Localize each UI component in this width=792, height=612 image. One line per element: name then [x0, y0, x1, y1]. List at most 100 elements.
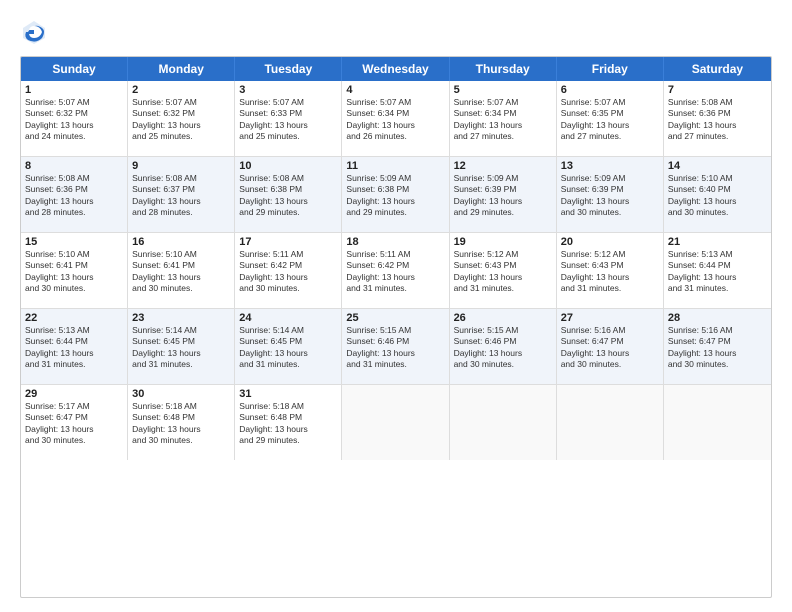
day-info: Sunrise: 5:16 AM Sunset: 6:47 PM Dayligh…	[668, 325, 767, 371]
day-cell: 27Sunrise: 5:16 AM Sunset: 6:47 PM Dayli…	[557, 309, 664, 384]
day-info: Sunrise: 5:18 AM Sunset: 6:48 PM Dayligh…	[239, 401, 337, 447]
day-info: Sunrise: 5:18 AM Sunset: 6:48 PM Dayligh…	[132, 401, 230, 447]
day-info: Sunrise: 5:07 AM Sunset: 6:35 PM Dayligh…	[561, 97, 659, 143]
day-number: 6	[561, 84, 659, 96]
week-row-2: 8Sunrise: 5:08 AM Sunset: 6:36 PM Daylig…	[21, 157, 771, 233]
header-cell-tuesday: Tuesday	[235, 57, 342, 81]
day-number: 30	[132, 388, 230, 400]
day-cell: 8Sunrise: 5:08 AM Sunset: 6:36 PM Daylig…	[21, 157, 128, 232]
day-cell: 24Sunrise: 5:14 AM Sunset: 6:45 PM Dayli…	[235, 309, 342, 384]
calendar: SundayMondayTuesdayWednesdayThursdayFrid…	[20, 56, 772, 598]
day-cell: 25Sunrise: 5:15 AM Sunset: 6:46 PM Dayli…	[342, 309, 449, 384]
day-number: 22	[25, 312, 123, 324]
logo-icon	[20, 18, 48, 46]
day-number: 18	[346, 236, 444, 248]
day-cell: 28Sunrise: 5:16 AM Sunset: 6:47 PM Dayli…	[664, 309, 771, 384]
day-info: Sunrise: 5:13 AM Sunset: 6:44 PM Dayligh…	[25, 325, 123, 371]
day-number: 14	[668, 160, 767, 172]
logo	[20, 18, 52, 46]
day-cell: 18Sunrise: 5:11 AM Sunset: 6:42 PM Dayli…	[342, 233, 449, 308]
day-number: 2	[132, 84, 230, 96]
day-info: Sunrise: 5:12 AM Sunset: 6:43 PM Dayligh…	[561, 249, 659, 295]
day-cell: 22Sunrise: 5:13 AM Sunset: 6:44 PM Dayli…	[21, 309, 128, 384]
day-cell: 3Sunrise: 5:07 AM Sunset: 6:33 PM Daylig…	[235, 81, 342, 156]
day-number: 23	[132, 312, 230, 324]
day-cell: 13Sunrise: 5:09 AM Sunset: 6:39 PM Dayli…	[557, 157, 664, 232]
calendar-body: 1Sunrise: 5:07 AM Sunset: 6:32 PM Daylig…	[21, 81, 771, 460]
day-cell: 15Sunrise: 5:10 AM Sunset: 6:41 PM Dayli…	[21, 233, 128, 308]
day-number: 16	[132, 236, 230, 248]
week-row-1: 1Sunrise: 5:07 AM Sunset: 6:32 PM Daylig…	[21, 81, 771, 157]
header-cell-sunday: Sunday	[21, 57, 128, 81]
day-number: 8	[25, 160, 123, 172]
day-cell: 10Sunrise: 5:08 AM Sunset: 6:38 PM Dayli…	[235, 157, 342, 232]
day-number: 27	[561, 312, 659, 324]
day-cell: 16Sunrise: 5:10 AM Sunset: 6:41 PM Dayli…	[128, 233, 235, 308]
header-cell-saturday: Saturday	[664, 57, 771, 81]
day-info: Sunrise: 5:08 AM Sunset: 6:36 PM Dayligh…	[668, 97, 767, 143]
day-cell: 1Sunrise: 5:07 AM Sunset: 6:32 PM Daylig…	[21, 81, 128, 156]
day-info: Sunrise: 5:08 AM Sunset: 6:38 PM Dayligh…	[239, 173, 337, 219]
day-cell: 14Sunrise: 5:10 AM Sunset: 6:40 PM Dayli…	[664, 157, 771, 232]
day-cell	[342, 385, 449, 460]
day-info: Sunrise: 5:08 AM Sunset: 6:36 PM Dayligh…	[25, 173, 123, 219]
day-cell	[664, 385, 771, 460]
header	[20, 18, 772, 46]
header-cell-friday: Friday	[557, 57, 664, 81]
day-info: Sunrise: 5:15 AM Sunset: 6:46 PM Dayligh…	[454, 325, 552, 371]
day-info: Sunrise: 5:13 AM Sunset: 6:44 PM Dayligh…	[668, 249, 767, 295]
week-row-3: 15Sunrise: 5:10 AM Sunset: 6:41 PM Dayli…	[21, 233, 771, 309]
day-cell: 21Sunrise: 5:13 AM Sunset: 6:44 PM Dayli…	[664, 233, 771, 308]
header-cell-wednesday: Wednesday	[342, 57, 449, 81]
day-info: Sunrise: 5:12 AM Sunset: 6:43 PM Dayligh…	[454, 249, 552, 295]
day-info: Sunrise: 5:11 AM Sunset: 6:42 PM Dayligh…	[239, 249, 337, 295]
day-info: Sunrise: 5:07 AM Sunset: 6:34 PM Dayligh…	[346, 97, 444, 143]
day-cell: 5Sunrise: 5:07 AM Sunset: 6:34 PM Daylig…	[450, 81, 557, 156]
week-row-4: 22Sunrise: 5:13 AM Sunset: 6:44 PM Dayli…	[21, 309, 771, 385]
day-number: 12	[454, 160, 552, 172]
day-number: 31	[239, 388, 337, 400]
day-number: 17	[239, 236, 337, 248]
day-info: Sunrise: 5:14 AM Sunset: 6:45 PM Dayligh…	[239, 325, 337, 371]
day-cell: 23Sunrise: 5:14 AM Sunset: 6:45 PM Dayli…	[128, 309, 235, 384]
day-info: Sunrise: 5:07 AM Sunset: 6:34 PM Dayligh…	[454, 97, 552, 143]
day-cell: 20Sunrise: 5:12 AM Sunset: 6:43 PM Dayli…	[557, 233, 664, 308]
day-number: 25	[346, 312, 444, 324]
day-cell: 17Sunrise: 5:11 AM Sunset: 6:42 PM Dayli…	[235, 233, 342, 308]
day-cell: 9Sunrise: 5:08 AM Sunset: 6:37 PM Daylig…	[128, 157, 235, 232]
day-number: 15	[25, 236, 123, 248]
day-number: 4	[346, 84, 444, 96]
calendar-header: SundayMondayTuesdayWednesdayThursdayFrid…	[21, 57, 771, 81]
day-info: Sunrise: 5:07 AM Sunset: 6:32 PM Dayligh…	[132, 97, 230, 143]
header-cell-monday: Monday	[128, 57, 235, 81]
day-info: Sunrise: 5:11 AM Sunset: 6:42 PM Dayligh…	[346, 249, 444, 295]
page: SundayMondayTuesdayWednesdayThursdayFrid…	[0, 0, 792, 612]
day-cell: 30Sunrise: 5:18 AM Sunset: 6:48 PM Dayli…	[128, 385, 235, 460]
day-info: Sunrise: 5:09 AM Sunset: 6:39 PM Dayligh…	[454, 173, 552, 219]
day-cell: 19Sunrise: 5:12 AM Sunset: 6:43 PM Dayli…	[450, 233, 557, 308]
day-info: Sunrise: 5:10 AM Sunset: 6:40 PM Dayligh…	[668, 173, 767, 219]
day-info: Sunrise: 5:10 AM Sunset: 6:41 PM Dayligh…	[25, 249, 123, 295]
day-cell: 31Sunrise: 5:18 AM Sunset: 6:48 PM Dayli…	[235, 385, 342, 460]
day-info: Sunrise: 5:15 AM Sunset: 6:46 PM Dayligh…	[346, 325, 444, 371]
day-number: 29	[25, 388, 123, 400]
day-number: 19	[454, 236, 552, 248]
day-cell: 2Sunrise: 5:07 AM Sunset: 6:32 PM Daylig…	[128, 81, 235, 156]
day-cell: 4Sunrise: 5:07 AM Sunset: 6:34 PM Daylig…	[342, 81, 449, 156]
day-cell	[557, 385, 664, 460]
day-cell: 29Sunrise: 5:17 AM Sunset: 6:47 PM Dayli…	[21, 385, 128, 460]
day-info: Sunrise: 5:09 AM Sunset: 6:38 PM Dayligh…	[346, 173, 444, 219]
day-number: 10	[239, 160, 337, 172]
day-number: 5	[454, 84, 552, 96]
day-number: 28	[668, 312, 767, 324]
day-number: 9	[132, 160, 230, 172]
day-number: 21	[668, 236, 767, 248]
day-info: Sunrise: 5:09 AM Sunset: 6:39 PM Dayligh…	[561, 173, 659, 219]
day-cell: 12Sunrise: 5:09 AM Sunset: 6:39 PM Dayli…	[450, 157, 557, 232]
day-number: 7	[668, 84, 767, 96]
day-cell: 6Sunrise: 5:07 AM Sunset: 6:35 PM Daylig…	[557, 81, 664, 156]
day-number: 24	[239, 312, 337, 324]
day-cell: 11Sunrise: 5:09 AM Sunset: 6:38 PM Dayli…	[342, 157, 449, 232]
day-cell: 26Sunrise: 5:15 AM Sunset: 6:46 PM Dayli…	[450, 309, 557, 384]
day-info: Sunrise: 5:14 AM Sunset: 6:45 PM Dayligh…	[132, 325, 230, 371]
